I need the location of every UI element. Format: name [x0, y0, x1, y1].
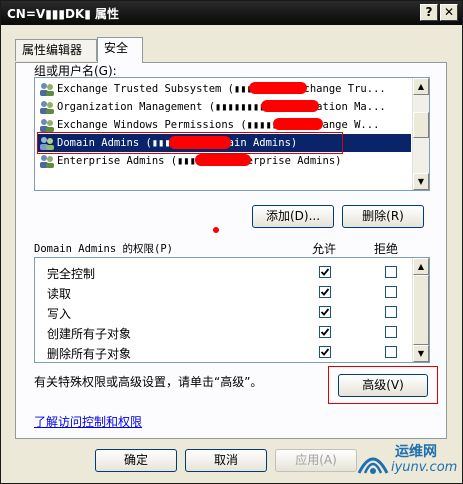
permissions-scrollbar[interactable]: ▲ ▼ [412, 258, 429, 362]
scroll-down-icon[interactable]: ▼ [413, 345, 429, 362]
permission-row: 创建所有子对象 [35, 322, 413, 342]
security-panel: 组或用户名(G): Exchange Trusted Subsystem (▮▮… [15, 62, 447, 439]
list-item[interactable]: Organization Management (▮▮▮▮▮▮▮▮\Organi… [37, 98, 411, 116]
watermark-url: iyunv.com [391, 460, 458, 475]
users-icon [40, 119, 54, 132]
groups-scrollbar[interactable]: ▲ ▼ [412, 78, 429, 190]
redaction-mark [249, 82, 307, 94]
permissions-list: 完全控制 读取 写入 创建所有子对象 删除所有子对象 ▲ ▼ [34, 257, 430, 363]
watermark: 运维网 iyunv.com [355, 439, 459, 481]
permission-name: 创建所有子对象 [47, 327, 132, 341]
permission-row: 写入 [35, 302, 413, 322]
deny-checkbox[interactable] [385, 326, 397, 338]
scroll-down-icon[interactable]: ▼ [413, 173, 429, 190]
window-title: CN=V▮▮▮DK▮ 属性 [7, 7, 120, 21]
permission-row: 删除所有子对象 [35, 342, 413, 362]
check-icon [320, 288, 330, 296]
list-item[interactable]: Exchange Trusted Subsystem (▮▮▮▮▮▮▮▮\Exc… [37, 80, 411, 98]
check-icon [320, 348, 330, 356]
groups-listbox[interactable]: Exchange Trusted Subsystem (▮▮▮▮▮▮▮▮\Exc… [34, 77, 430, 191]
add-button[interactable]: 添加(D)... [252, 205, 334, 228]
permissions-title: Domain Admins 的权限(P) [34, 243, 173, 255]
permission-name: 读取 [47, 287, 72, 301]
deny-checkbox[interactable] [385, 286, 397, 298]
check-icon [320, 328, 330, 336]
title-bar[interactable]: CN=V▮▮▮DK▮ 属性 ? ✕ [1, 1, 462, 25]
advanced-button[interactable]: 高级(V) [338, 374, 428, 397]
redaction-mark [273, 118, 323, 130]
user-name: Organization Management (▮▮▮▮▮▮▮▮\Organi… [57, 101, 386, 113]
cancel-button[interactable]: 取消 [185, 449, 267, 472]
redaction-mark [195, 154, 251, 166]
annotation-dot [213, 227, 219, 233]
help-button[interactable]: ? [420, 4, 438, 21]
users-icon [40, 155, 54, 168]
ok-button[interactable]: 确定 [95, 449, 177, 472]
deny-checkbox[interactable] [385, 306, 397, 318]
deny-header: 拒绝 [374, 242, 399, 256]
permission-name: 删除所有子对象 [47, 347, 132, 361]
permission-row: 读取 [35, 282, 413, 302]
properties-dialog: CN=V▮▮▮DK▮ 属性 ? ✕ 属性编辑器 安全 组或用户名(G): Exc… [0, 0, 463, 484]
scroll-thumb[interactable] [413, 112, 429, 138]
apply-button[interactable]: 应用(A) [275, 449, 357, 472]
scroll-up-icon[interactable]: ▲ [413, 258, 429, 275]
tab-attribute-editor[interactable]: 属性编辑器 [15, 39, 97, 61]
allow-checkbox[interactable] [319, 266, 331, 278]
check-icon [320, 268, 330, 276]
permission-row: 完全控制 [35, 262, 413, 282]
close-button[interactable]: ✕ [440, 4, 458, 21]
allow-checkbox[interactable] [319, 346, 331, 358]
redaction-mark [261, 100, 319, 112]
users-icon [40, 83, 54, 96]
permission-name: 完全控制 [47, 267, 96, 281]
annotation-highlight [37, 132, 343, 154]
tab-security[interactable]: 安全 [97, 37, 143, 63]
permission-name: 写入 [47, 307, 72, 321]
allow-header: 允许 [312, 242, 337, 256]
scroll-thumb[interactable] [413, 275, 429, 345]
deny-checkbox[interactable] [385, 266, 397, 278]
watermark-logo-icon [357, 457, 389, 474]
remove-button[interactable]: 删除(R) [342, 205, 424, 228]
allow-checkbox[interactable] [319, 326, 331, 338]
user-name: Exchange Trusted Subsystem (▮▮▮▮▮▮▮▮\Exc… [57, 83, 386, 95]
check-icon [320, 308, 330, 316]
access-control-help-link[interactable]: 了解访问控制和权限 [34, 413, 142, 430]
watermark-text: 运维网 [395, 444, 437, 460]
users-icon [40, 101, 54, 114]
scroll-up-icon[interactable]: ▲ [413, 78, 429, 95]
deny-checkbox[interactable] [385, 346, 397, 358]
allow-checkbox[interactable] [319, 306, 331, 318]
advanced-hint: 有关特殊权限或高级设置，请单击“高级”。 [34, 375, 263, 389]
allow-checkbox[interactable] [319, 286, 331, 298]
